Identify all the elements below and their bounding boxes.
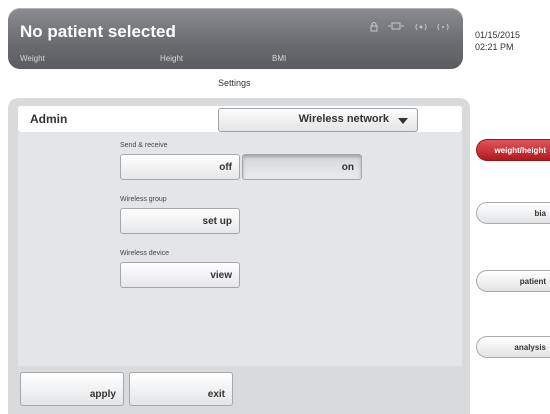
wireless-group-label: Wireless group [120, 196, 167, 203]
status-icons [370, 22, 449, 34]
wireless-group-setup-button[interactable]: set up [120, 208, 240, 234]
settings-panel: Admin Wireless network Send & receive of… [8, 98, 470, 414]
wireless-device-label: Wireless device [120, 250, 170, 257]
height-label: Height [160, 54, 184, 63]
wireless-device-view-button[interactable]: view [120, 262, 240, 288]
apply-button[interactable]: apply [20, 372, 124, 406]
panel-header: Admin Wireless network [18, 106, 462, 132]
datetime: 01/15/2015 02:21 PM [475, 29, 520, 53]
page-title: Settings [218, 78, 251, 88]
send-receive-off-button[interactable]: off [120, 154, 240, 180]
tab-patient[interactable]: patient [476, 270, 550, 292]
panel-title: Admin [30, 112, 68, 126]
tab-analysis[interactable]: analysis [476, 336, 550, 358]
settings-category-dropdown[interactable]: Wireless network [218, 108, 418, 132]
setup-button-label: set up [202, 216, 232, 227]
apply-button-label: apply [89, 389, 116, 400]
dropdown-value: Wireless network [298, 113, 389, 125]
chevron-down-icon [398, 118, 408, 124]
patient-header: No patient selected Weight Height BMI [8, 8, 463, 69]
view-button-label: view [210, 270, 232, 281]
exit-button[interactable]: exit [129, 372, 233, 406]
wireless-icon [437, 22, 449, 34]
weight-label: Weight [20, 54, 45, 63]
metrics-row: Weight Height BMI [20, 54, 450, 66]
date-text: 01/15/2015 [475, 30, 521, 40]
tab-label: bia [534, 209, 546, 218]
send-receive-on-button[interactable]: on [242, 154, 362, 180]
send-receive-label: Send & receive [120, 142, 168, 149]
bmi-label: BMI [272, 54, 287, 63]
tab-bia[interactable]: bia [476, 202, 550, 224]
on-button-label: on [341, 162, 354, 173]
patient-status-title: No patient selected [20, 22, 176, 41]
settings-content: Send & receive off on Wireless group set… [18, 132, 462, 366]
tab-label: analysis [514, 343, 546, 352]
exit-button-label: exit [207, 389, 225, 400]
tab-weight-height[interactable]: weight/height [476, 139, 550, 161]
tab-label: weight/height [494, 146, 546, 155]
time-text: 02:21 PM [475, 42, 514, 52]
signal-icon [414, 22, 428, 34]
lock-icon [370, 22, 378, 34]
scale-icon [387, 22, 405, 34]
off-button-label: off [219, 162, 232, 173]
tab-label: patient [519, 277, 546, 286]
